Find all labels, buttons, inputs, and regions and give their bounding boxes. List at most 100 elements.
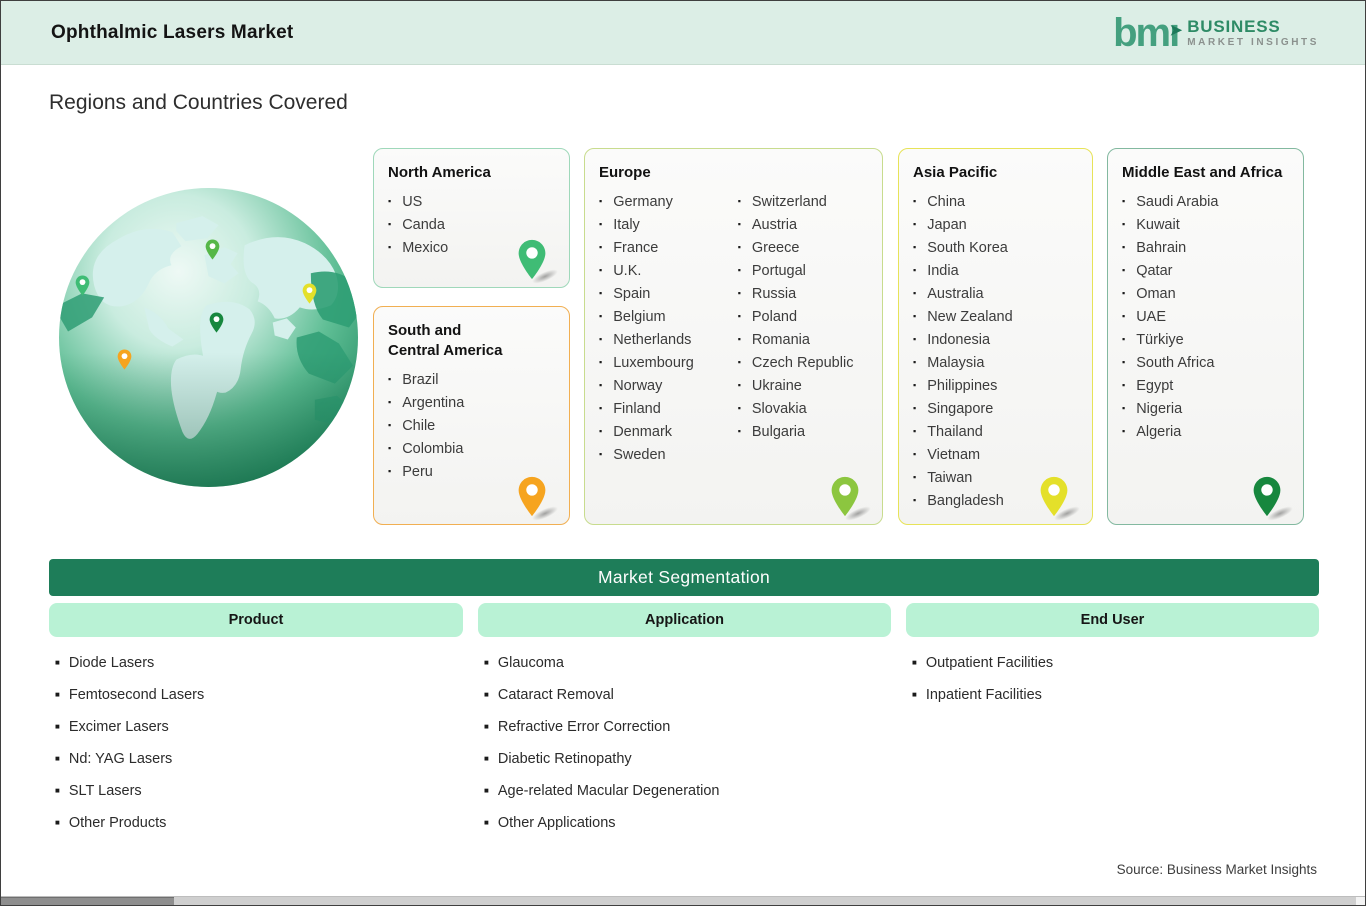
bullet-icon: ▪ bbox=[913, 403, 917, 413]
brand-logo: bmı ➤ BUSINESS MARKET INSIGHTS bbox=[1113, 13, 1319, 53]
globe-pin-asia-pacific-icon bbox=[302, 283, 317, 304]
region-title: South and Central America bbox=[388, 322, 503, 359]
bullet-icon: ■ bbox=[912, 658, 917, 667]
segment-item: ■ Other Applications bbox=[484, 815, 720, 835]
region-card-asia-pacific: Asia Pacific ▪ China ▪ Japan ▪ South Korea ▪ In… bbox=[898, 148, 1093, 525]
bullet-icon: ▪ bbox=[599, 380, 603, 390]
scrollbar-thumb[interactable] bbox=[1, 897, 174, 905]
bullet-icon: ▪ bbox=[1122, 426, 1126, 436]
region-title: Europe bbox=[599, 164, 651, 181]
region-title: Asia Pacific bbox=[913, 164, 998, 181]
country-label: Bulgaria bbox=[751, 424, 806, 440]
country-label: Nigeria bbox=[1136, 401, 1183, 417]
region-card-south-central-america: South and Central America ▪ Brazil ▪ Argent… bbox=[373, 306, 570, 525]
region-card-middle-east-africa: Middle East and Africa ▪ Saudi Arabia ▪ Kuw… bbox=[1107, 148, 1304, 525]
country-label: Denmark bbox=[613, 424, 673, 440]
country-item: ▪ Saudi Arabia bbox=[1122, 191, 1289, 214]
country-item: ▪ Denmark bbox=[599, 421, 738, 444]
country-item: ▪ Japan bbox=[913, 214, 1078, 237]
region-card-europe: Europe ▪ Germany ▪ Italy ▪ France ▪ U.K. ▪ Spain ▪… bbox=[584, 148, 883, 525]
country-label: Egypt bbox=[1136, 378, 1174, 394]
country-label: Indonesia bbox=[927, 332, 991, 348]
country-item: ▪ UAE bbox=[1122, 306, 1289, 329]
bullet-icon: ▪ bbox=[737, 219, 741, 229]
segment-label: Other Applications bbox=[497, 815, 616, 831]
bullet-icon: ▪ bbox=[599, 288, 603, 298]
bullet-icon: ▪ bbox=[737, 288, 741, 298]
segment-label: Age-related Macular Degeneration bbox=[497, 783, 720, 799]
country-label: Germany bbox=[613, 194, 673, 210]
segment-item: ■ Refractive Error Correction bbox=[484, 719, 720, 739]
europe-columns: ▪ Germany ▪ Italy ▪ France ▪ U.K. ▪ Spain ▪ Belgium… bbox=[599, 191, 868, 467]
country-item: ▪ Netherlands bbox=[599, 329, 738, 352]
bullet-icon: ▪ bbox=[1122, 196, 1126, 206]
bullet-icon: ■ bbox=[55, 754, 60, 763]
bullet-icon: ▪ bbox=[1122, 357, 1126, 367]
map-pin-icon bbox=[517, 239, 560, 287]
segment-item: ■ Age-related Macular Degeneration bbox=[484, 783, 720, 803]
segment-label: Femtosecond Lasers bbox=[68, 687, 205, 703]
country-list: ▪ Brazil ▪ Argentina ▪ Chile ▪ Colombia ▪ Peru bbox=[388, 369, 555, 484]
bullet-icon: ▪ bbox=[388, 466, 392, 476]
region-title: Middle East and Africa bbox=[1122, 164, 1283, 181]
country-label: Bangladesh bbox=[927, 493, 1004, 509]
bullet-icon: ▪ bbox=[737, 403, 741, 413]
bullet-icon: ▪ bbox=[737, 380, 741, 390]
bullet-icon: ▪ bbox=[1122, 403, 1126, 413]
segment-list-product: ■ Diode Lasers ■ Femtosecond Lasers ■ Excimer… bbox=[55, 655, 204, 847]
bullet-icon: ■ bbox=[484, 690, 489, 699]
country-item: ▪ Bahrain bbox=[1122, 237, 1289, 260]
bullet-icon: ▪ bbox=[737, 265, 741, 275]
country-label: Norway bbox=[613, 378, 663, 394]
country-label: Thailand bbox=[927, 424, 983, 440]
globe-pin-north-america-icon bbox=[75, 275, 90, 296]
country-label: Finland bbox=[613, 401, 661, 417]
map-pin-icon bbox=[1252, 476, 1295, 524]
segment-item: ■ Inpatient Facilities bbox=[912, 687, 1053, 707]
globe-illustration bbox=[58, 187, 359, 488]
country-label: Japan bbox=[927, 217, 967, 233]
section-title: Regions and Countries Covered bbox=[49, 91, 348, 114]
bullet-icon: ▪ bbox=[737, 357, 741, 367]
bullet-icon: ■ bbox=[484, 786, 489, 795]
bullet-icon: ▪ bbox=[913, 219, 917, 229]
country-label: Italy bbox=[613, 217, 640, 233]
country-item: ▪ New Zealand bbox=[913, 306, 1078, 329]
country-label: US bbox=[402, 194, 423, 210]
country-label: Peru bbox=[402, 464, 433, 480]
map-pin-icon bbox=[830, 476, 873, 524]
country-item: ▪ Russia bbox=[738, 283, 868, 306]
bullet-icon: ▪ bbox=[599, 403, 603, 413]
country-label: Spain bbox=[613, 286, 651, 302]
bullet-icon: ▪ bbox=[737, 311, 741, 321]
bullet-icon: ▪ bbox=[599, 219, 603, 229]
country-label: Singapore bbox=[927, 401, 994, 417]
country-item: ▪ Indonesia bbox=[913, 329, 1078, 352]
country-item: ▪ Norway bbox=[599, 375, 738, 398]
country-item: ▪ Poland bbox=[738, 306, 868, 329]
segment-item: ■ Outpatient Facilities bbox=[912, 655, 1053, 675]
country-label: Algeria bbox=[1136, 424, 1182, 440]
segment-header-end-user: End User bbox=[906, 603, 1319, 637]
country-item: ▪ Slovakia bbox=[738, 398, 868, 421]
country-label: Qatar bbox=[1136, 263, 1173, 279]
country-item: ▪ Chile bbox=[388, 415, 555, 438]
segment-label: SLT Lasers bbox=[68, 783, 142, 799]
bullet-icon: ▪ bbox=[1122, 219, 1126, 229]
header-bar: Ophthalmic Lasers Market bmı ➤ BUSINESS M… bbox=[1, 1, 1365, 65]
country-label: Slovakia bbox=[751, 401, 807, 417]
bullet-icon: ▪ bbox=[913, 426, 917, 436]
bullet-icon: ▪ bbox=[599, 357, 603, 367]
map-pin-icon bbox=[1039, 476, 1082, 524]
country-item: ▪ Ukraine bbox=[738, 375, 868, 398]
bullet-icon: ■ bbox=[484, 818, 489, 827]
country-list: ▪ Saudi Arabia ▪ Kuwait ▪ Bahrain ▪ Qatar ▪ Oman ▪… bbox=[1122, 191, 1289, 444]
horizontal-scrollbar[interactable] bbox=[1, 896, 1365, 905]
country-item: ▪ Qatar bbox=[1122, 260, 1289, 283]
country-label: Ukraine bbox=[751, 378, 802, 394]
country-label: Kuwait bbox=[1136, 217, 1180, 233]
market-segmentation-banner: Market Segmentation bbox=[49, 559, 1319, 596]
bullet-icon: ▪ bbox=[1122, 288, 1126, 298]
segment-item: ■ Cataract Removal bbox=[484, 687, 720, 707]
bullet-icon: ■ bbox=[55, 818, 60, 827]
